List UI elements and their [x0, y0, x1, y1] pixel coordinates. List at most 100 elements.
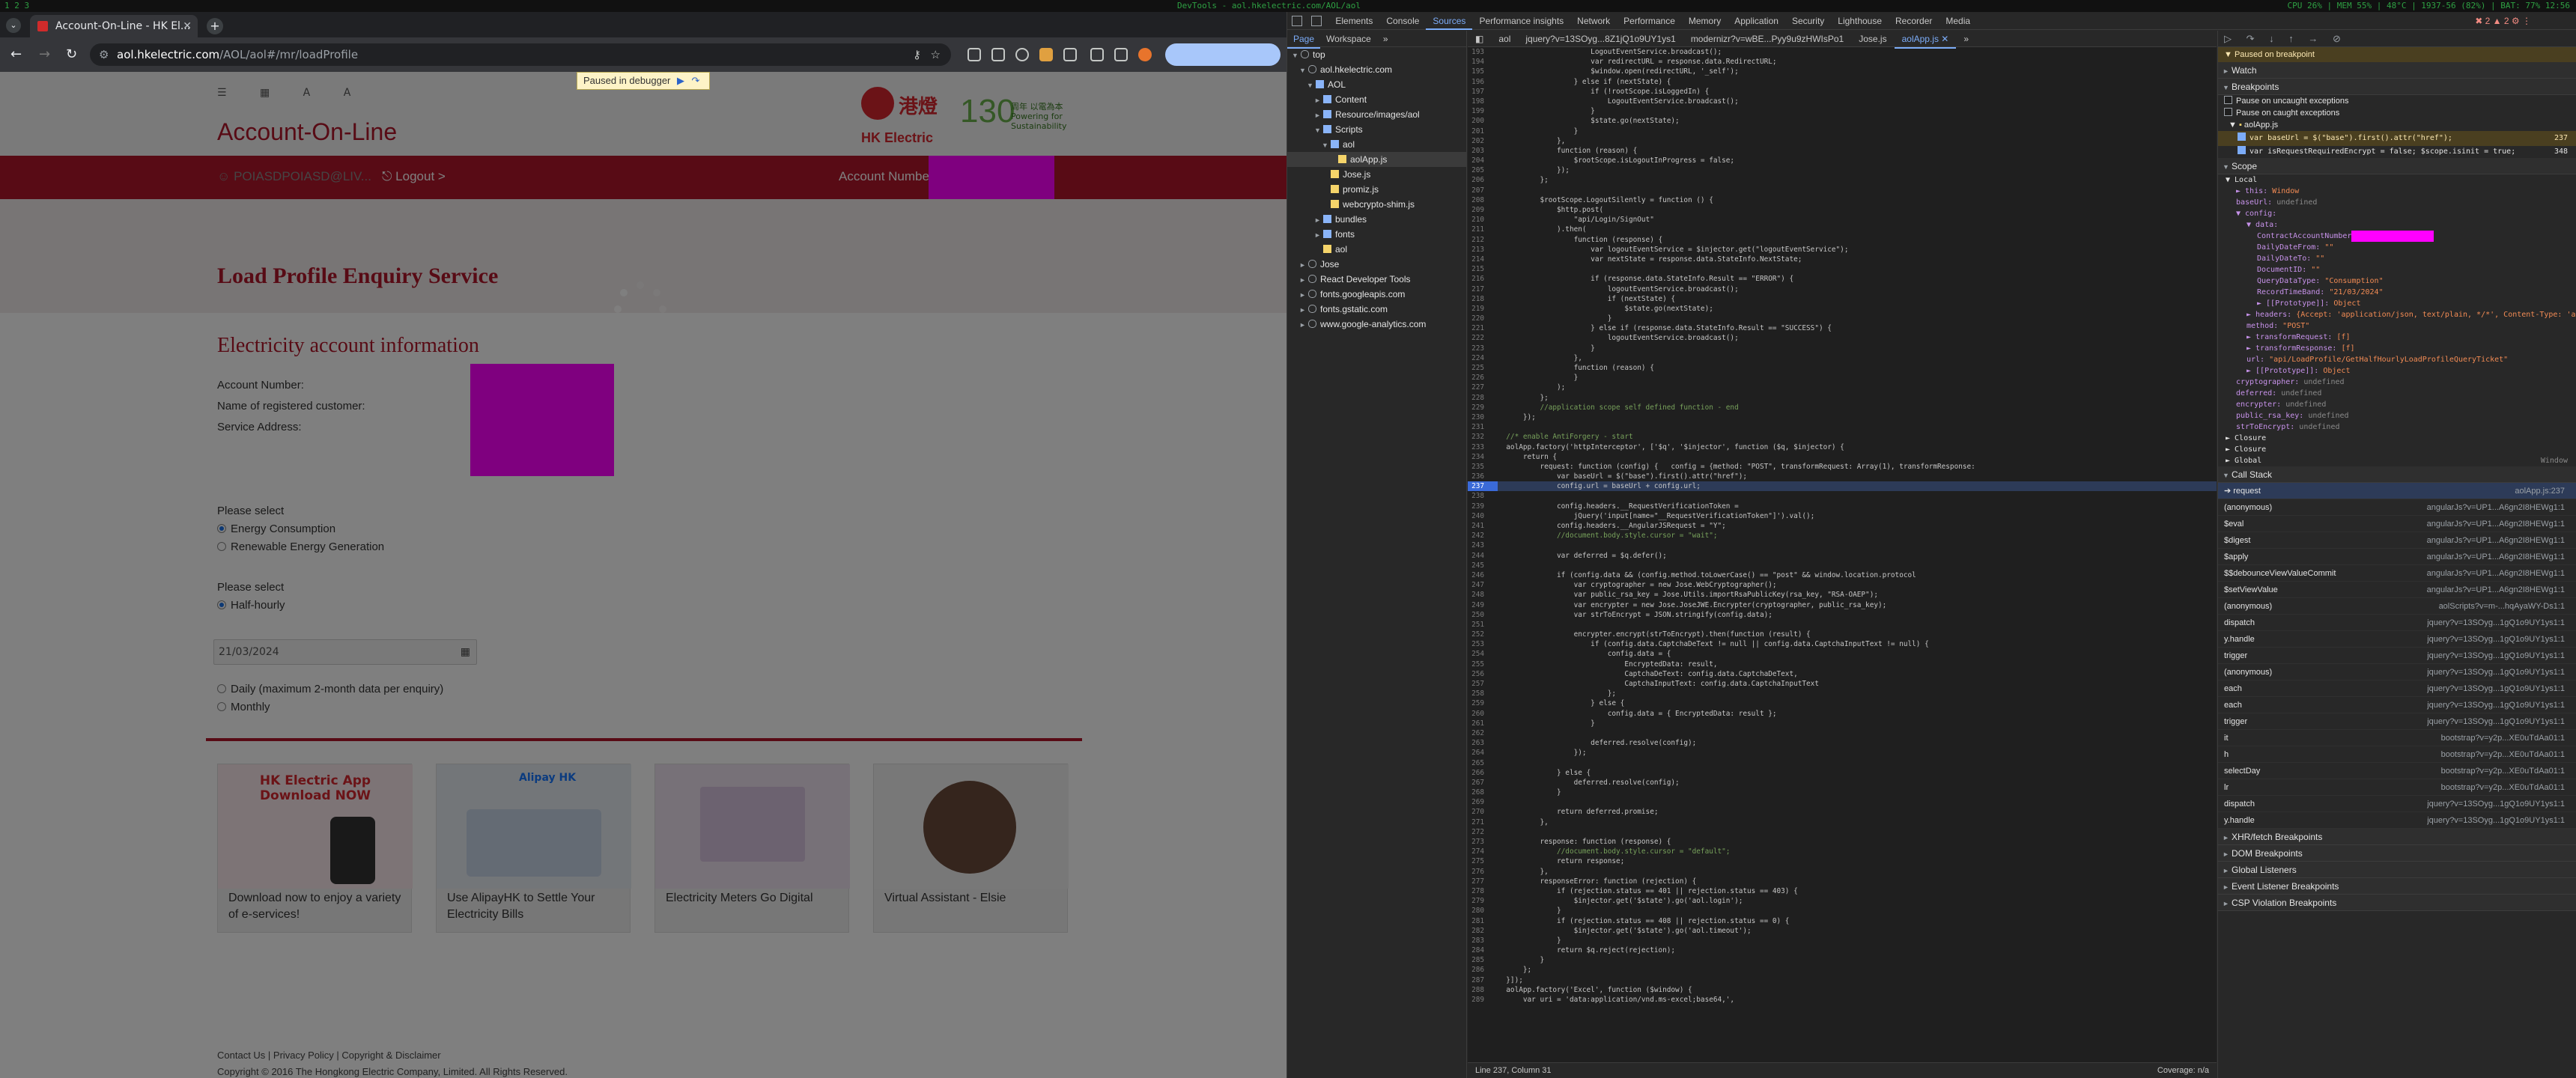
tab-recorder[interactable]: Recorder: [1889, 12, 1939, 30]
line-number[interactable]: 207: [1468, 186, 1498, 195]
line-number[interactable]: 208: [1468, 195, 1498, 205]
line-number[interactable]: 252: [1468, 630, 1498, 639]
scope-entry[interactable]: QueryDataType: "Consumption": [2218, 275, 2576, 287]
expand-arrow-icon[interactable]: ►: [1314, 228, 1323, 243]
line-number[interactable]: 213: [1468, 245, 1498, 255]
issue-counter[interactable]: ✖ 2 ▲ 2 ⚙ ⋮: [2475, 12, 2531, 30]
line-number[interactable]: 274: [1468, 847, 1498, 856]
extension-icon[interactable]: [991, 48, 1005, 61]
expand-arrow-icon[interactable]: ▼: [1307, 78, 1316, 93]
line-number[interactable]: 264: [1468, 748, 1498, 758]
tab-performance-insights[interactable]: Performance insights: [1472, 12, 1570, 30]
line-number[interactable]: 229: [1468, 403, 1498, 412]
section-xhr-fetch-breakpoints[interactable]: ► XHR/fetch Breakpoints: [2218, 829, 2576, 845]
tree-item[interactable]: ▼ aol.hkelectric.com: [1287, 62, 1466, 77]
tab-performance[interactable]: Performance: [1617, 12, 1682, 30]
line-number[interactable]: 243: [1468, 540, 1498, 550]
workspace-indicator[interactable]: 1 2 3: [4, 0, 29, 12]
section-csp-violation-breakpoints[interactable]: ► CSP Violation Breakpoints: [2218, 895, 2576, 911]
line-number[interactable]: 270: [1468, 807, 1498, 817]
back-icon[interactable]: ←: [10, 46, 22, 62]
bookmark-star-icon[interactable]: ☆: [931, 43, 941, 66]
line-number[interactable]: 282: [1468, 926, 1498, 936]
call-frame[interactable]: y.handle jquery?v=13SOyg...1gQ1o9UY1ys1:1: [2218, 631, 2576, 648]
line-number[interactable]: 253: [1468, 639, 1498, 649]
expand-arrow-icon[interactable]: ►: [1314, 93, 1323, 108]
line-number[interactable]: 257: [1468, 679, 1498, 689]
line-number[interactable]: 232: [1468, 432, 1498, 442]
line-number[interactable]: 286: [1468, 965, 1498, 975]
line-number[interactable]: 210: [1468, 215, 1498, 225]
line-number[interactable]: 276: [1468, 867, 1498, 877]
call-frame[interactable]: h bootstrap?v=y2p...XE0uTdAa01:1: [2218, 746, 2576, 763]
tab-sources[interactable]: Sources: [1426, 12, 1473, 30]
line-number[interactable]: 278: [1468, 886, 1498, 896]
tree-item[interactable]: ► bundles: [1287, 212, 1466, 227]
breakpoint-item[interactable]: var isRequestRequiredEncrypt = false; $s…: [2218, 146, 2576, 158]
call-frame[interactable]: dispatch jquery?v=13SOyg...1gQ1o9UY1ys1:1: [2218, 615, 2576, 631]
tree-item[interactable]: ▼ top: [1287, 47, 1466, 62]
line-number[interactable]: 245: [1468, 561, 1498, 570]
source-code[interactable]: 193 LogoutEventService.broadcast(); 194 v…: [1468, 47, 2217, 1050]
line-number[interactable]: 199: [1468, 106, 1498, 116]
scope-entry[interactable]: ► this: Window: [2218, 186, 2576, 197]
checkbox[interactable]: [2224, 108, 2232, 116]
call-frame[interactable]: ➔ request aolApp.js:237: [2218, 483, 2576, 499]
expand-arrow-icon[interactable]: ►: [1299, 302, 1308, 317]
tab-security[interactable]: Security: [1785, 12, 1831, 30]
tree-item[interactable]: Jose.js: [1287, 167, 1466, 182]
step-over-icon[interactable]: ↷: [688, 73, 703, 89]
scope-entry[interactable]: public_rsa_key: undefined: [2218, 410, 2576, 421]
expand-arrow-icon[interactable]: ▼: [1314, 123, 1323, 138]
tree-item[interactable]: ► Jose: [1287, 257, 1466, 272]
line-number[interactable]: 261: [1468, 719, 1498, 728]
line-number[interactable]: 284: [1468, 945, 1498, 955]
breakpoint-file[interactable]: ▼ ▪ aolApp.js: [2218, 119, 2576, 131]
scope-entry[interactable]: ▼ data:: [2218, 219, 2576, 231]
section-global-listeners[interactable]: ► Global Listeners: [2218, 862, 2576, 878]
address-bar[interactable]: ⚙ aol.hkelectric.com/AOL/aol#/mr/loadPro…: [90, 43, 951, 66]
tree-item[interactable]: ► fonts.gstatic.com: [1287, 302, 1466, 317]
line-number[interactable]: 285: [1468, 955, 1498, 965]
scope-entry[interactable]: encrypter: undefined: [2218, 399, 2576, 410]
call-frame[interactable]: (anonymous) angularJs?v=UP1...A6gn2I8HEWg…: [2218, 499, 2576, 516]
scope-entry[interactable]: url: "api/LoadProfile/GetHalfHourlyLoadP…: [2218, 354, 2576, 365]
line-number[interactable]: 227: [1468, 383, 1498, 392]
expand-arrow-icon[interactable]: ▼: [1299, 63, 1308, 78]
call-frame[interactable]: (anonymous) aolScripts?v=m-...hqAyaWY-Ds1…: [2218, 598, 2576, 615]
line-number[interactable]: 223: [1468, 344, 1498, 353]
call-frame[interactable]: $$debounceViewValueCommit angularJs?v=UP1…: [2218, 565, 2576, 582]
line-number[interactable]: 265: [1468, 758, 1498, 768]
profile-avatar-icon[interactable]: [1138, 48, 1152, 61]
line-number[interactable]: 238: [1468, 491, 1498, 501]
section-scope[interactable]: ▼ Scope: [2218, 158, 2576, 174]
line-number[interactable]: 201: [1468, 127, 1498, 136]
line-number[interactable]: 271: [1468, 817, 1498, 827]
line-number[interactable]: 273: [1468, 837, 1498, 847]
line-number[interactable]: 267: [1468, 778, 1498, 788]
scope-entry[interactable]: ► Closure: [2218, 433, 2576, 444]
new-tab-button[interactable]: +: [207, 18, 223, 34]
line-number[interactable]: 194: [1468, 57, 1498, 67]
section-watch[interactable]: ► Watch: [2218, 62, 2576, 79]
line-number[interactable]: 263: [1468, 738, 1498, 748]
extension-icon[interactable]: [1039, 48, 1053, 61]
line-number[interactable]: 219: [1468, 304, 1498, 314]
tab-console[interactable]: Console: [1379, 12, 1426, 30]
line-number[interactable]: 250: [1468, 610, 1498, 620]
line-number[interactable]: 241: [1468, 521, 1498, 531]
expand-arrow-icon[interactable]: ►: [1299, 258, 1308, 272]
line-number[interactable]: 259: [1468, 698, 1498, 708]
tab-search-icon[interactable]: ⌄: [6, 18, 21, 33]
tree-item[interactable]: ► Resource/images/aol: [1287, 107, 1466, 122]
line-number[interactable]: 212: [1468, 235, 1498, 245]
tree-item[interactable]: ▼ aol: [1287, 137, 1466, 152]
scope-entry[interactable]: strToEncrypt: undefined: [2218, 421, 2576, 433]
call-frame[interactable]: trigger jquery?v=13SOyg...1gQ1o9UY1ys1:1: [2218, 648, 2576, 664]
line-number[interactable]: 224: [1468, 353, 1498, 363]
side-panel-icon[interactable]: [1090, 48, 1104, 61]
call-frame[interactable]: $setViewValue angularJs?v=UP1...A6gn2I8HE…: [2218, 582, 2576, 598]
tab-network[interactable]: Network: [1570, 12, 1617, 30]
line-number[interactable]: 280: [1468, 906, 1498, 916]
line-number[interactable]: 218: [1468, 294, 1498, 304]
